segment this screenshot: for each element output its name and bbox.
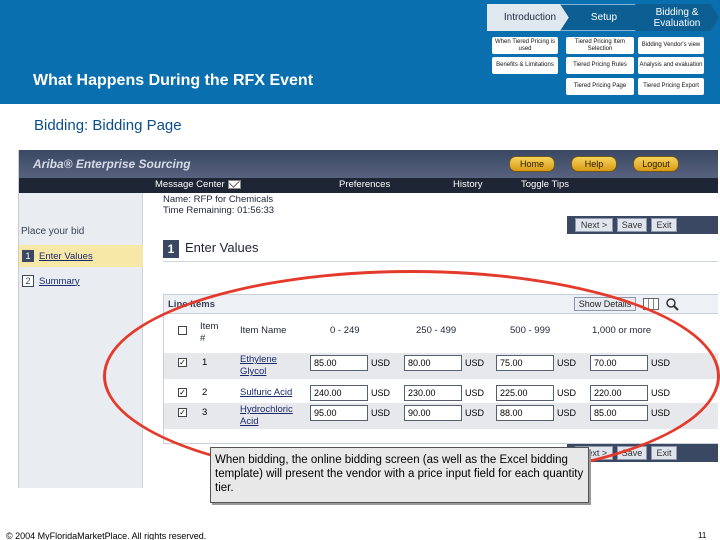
app-banner: Ariba® Enterprise Sourcing Home Help Log…: [19, 150, 718, 178]
left-nav-heading: Place your bid: [21, 226, 85, 237]
step-number: 1: [22, 250, 34, 262]
mail-icon: [227, 179, 241, 189]
nav-sub-pricing-rules[interactable]: Tiered Pricing Rules: [566, 57, 634, 74]
nav-sub-vendor-view[interactable]: Bidding Vendor's view: [638, 37, 704, 54]
time-remaining: Time Remaining: 01:56:33: [163, 205, 275, 216]
nav-stage-setup[interactable]: Setup: [560, 4, 648, 31]
nav-sub-pricing-page[interactable]: Tiered Pricing Page: [566, 78, 634, 95]
nav-sub-export[interactable]: Tiered Pricing Export: [638, 78, 704, 95]
step-summary[interactable]: 2 Summary: [19, 270, 143, 292]
nav-stage-bidding-evaluation[interactable]: Bidding & Evaluation: [635, 4, 719, 31]
nav-sub-benefits[interactable]: Benefits & Limitations: [492, 57, 558, 74]
step-label: Enter Values: [39, 250, 93, 262]
help-button[interactable]: Help: [571, 156, 617, 172]
step-header-number: 1: [163, 240, 179, 258]
toggle-tips-link[interactable]: Toggle Tips: [521, 179, 569, 190]
nav-sub-when-used[interactable]: When Tiered Pricing is used: [492, 37, 558, 54]
history-link[interactable]: History: [453, 179, 483, 190]
exit-button[interactable]: Exit: [651, 446, 677, 460]
logout-button[interactable]: Logout: [633, 156, 679, 172]
step-header-title: Enter Values: [185, 240, 259, 255]
nav-sub-analysis[interactable]: Analysis and evaluation: [638, 57, 704, 74]
exit-button[interactable]: Exit: [651, 218, 677, 232]
slide: Introduction Setup Bidding & Evaluation …: [0, 0, 720, 540]
nav-stage-introduction[interactable]: Introduction: [487, 4, 573, 31]
magnify-icon[interactable]: [665, 297, 679, 311]
callout-note: When bidding, the online bidding screen …: [210, 447, 589, 503]
section-subtitle: Bidding: Bidding Page: [34, 117, 182, 134]
step-header: 1 Enter Values: [163, 238, 718, 262]
message-center-link[interactable]: Message Center: [155, 179, 241, 190]
step-enter-values[interactable]: 1 Enter Values: [19, 245, 143, 267]
copyright-footer: © 2004 MyFloridaMarketPlace. All rights …: [6, 531, 207, 540]
step-label: Summary: [39, 275, 80, 287]
slide-title: What Happens During the RFX Event: [33, 72, 314, 89]
page-number: 11: [698, 531, 707, 540]
action-toolbar-top: Next > Save Exit: [567, 216, 718, 234]
nav-sub-item-selection[interactable]: Tiered Pricing Item Selection: [566, 37, 634, 54]
save-button[interactable]: Save: [617, 218, 647, 232]
next-button[interactable]: Next >: [575, 218, 613, 232]
app-menu-bar: Message Center Preferences History Toggl…: [19, 178, 718, 193]
event-name: Name: RFP for Chemicals: [163, 194, 274, 205]
message-center-label: Message Center: [155, 179, 225, 190]
step-number: 2: [22, 275, 34, 287]
home-button[interactable]: Home: [509, 156, 555, 172]
preferences-link[interactable]: Preferences: [339, 179, 390, 190]
ariba-logo: Ariba® Enterprise Sourcing: [33, 157, 191, 171]
header-band: Introduction Setup Bidding & Evaluation …: [0, 0, 720, 104]
